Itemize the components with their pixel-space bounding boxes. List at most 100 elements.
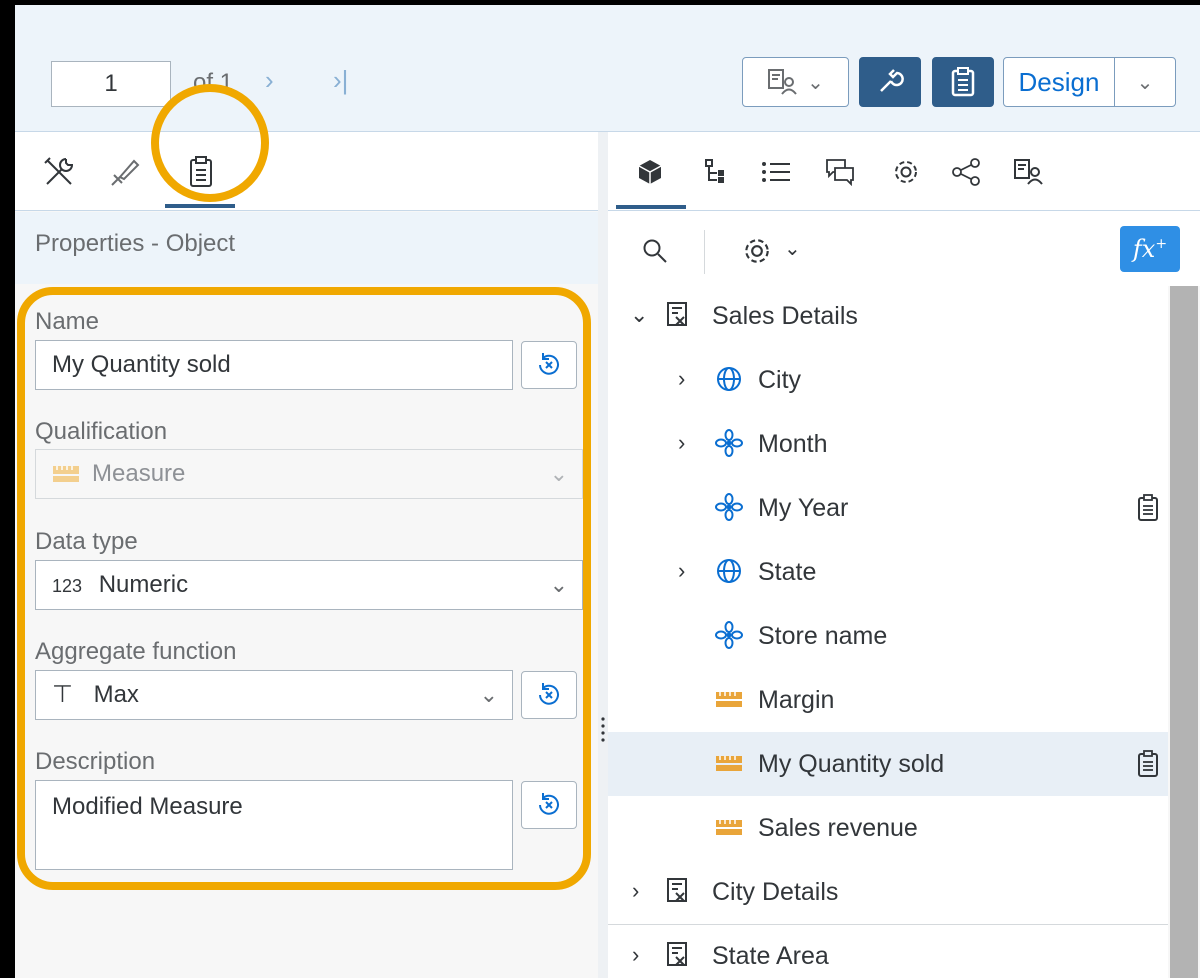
app-frame: 1 of 1 › ›| ⌄ Design ⌄ Properties - Obje…	[15, 5, 1200, 978]
measure-icon	[716, 756, 742, 771]
tab-list[interactable]	[756, 152, 796, 192]
tree-item-city-details[interactable]: › City Details	[608, 862, 1168, 922]
next-page-icon[interactable]: ›	[265, 65, 274, 96]
dimension-icon	[715, 621, 743, 649]
splitter-handle-icon[interactable]	[601, 715, 605, 745]
globe-icon	[717, 367, 741, 391]
right-panel-tabs	[608, 132, 1200, 211]
numeric-icon: 123	[52, 576, 83, 596]
tree-item-label: Store name	[758, 622, 888, 650]
aggregate-value: Max	[93, 681, 139, 708]
chevron-right-icon[interactable]: ›	[632, 942, 639, 968]
properties-panel: Properties - Object Name My Quantity sol…	[15, 132, 598, 978]
name-field[interactable]: My Quantity sold	[35, 340, 513, 390]
measure-icon	[716, 692, 742, 707]
chevron-down-icon: ⌄	[807, 71, 824, 94]
tree-item-state-area[interactable]: › State Area	[608, 926, 1168, 978]
chevron-down-icon[interactable]: ⌄	[784, 236, 801, 261]
dimension-icon	[715, 493, 743, 521]
tab-settings[interactable]	[886, 152, 926, 192]
mode-dropdown-button[interactable]: ⌄	[1114, 57, 1176, 107]
panel-splitter[interactable]	[598, 132, 608, 978]
tab-user-report[interactable]	[1008, 152, 1048, 192]
user-view-dropdown-button[interactable]: ⌄	[742, 57, 849, 107]
tree-item-city[interactable]: › City	[608, 350, 1168, 410]
tab-hierarchy[interactable]	[696, 152, 736, 192]
folder-icon	[667, 942, 687, 966]
chevron-right-icon[interactable]: ›	[678, 430, 685, 456]
aggregate-label: Aggregate function	[35, 638, 237, 665]
reset-icon	[539, 793, 559, 815]
design-label: Design	[1018, 66, 1100, 97]
design-button[interactable]: Design	[1003, 57, 1115, 107]
clipboard-icon	[1138, 750, 1158, 777]
clipboard-icon	[190, 156, 212, 187]
tree-item-my-quantity-sold[interactable]: My Quantity sold	[608, 732, 1168, 796]
tree-item-label: Margin	[758, 686, 835, 714]
hierarchy-icon	[705, 159, 724, 183]
toolbar-divider	[704, 230, 705, 274]
tree-item-sales-revenue[interactable]: Sales revenue	[608, 798, 1168, 858]
tree-item-state[interactable]: › State	[608, 542, 1168, 602]
name-reset-button[interactable]	[521, 341, 577, 389]
qualification-select[interactable]: Measure ⌄	[35, 449, 583, 499]
tree-item-my-year[interactable]: My Year	[608, 478, 1168, 538]
tree-item-margin[interactable]: Margin	[608, 670, 1168, 730]
tab-share[interactable]	[946, 152, 986, 192]
description-reset-button[interactable]	[521, 781, 577, 829]
left-panel-tabs	[15, 132, 598, 211]
name-label: Name	[35, 308, 100, 335]
chevron-right-icon[interactable]: ›	[678, 558, 685, 584]
chevron-down-icon: ⌄	[1136, 71, 1154, 94]
tree-item-label: State Area	[712, 942, 829, 970]
tab-properties[interactable]	[179, 150, 223, 194]
tree-item-month[interactable]: › Month	[608, 414, 1168, 474]
share-icon	[952, 158, 980, 186]
search-icon[interactable]	[642, 238, 668, 264]
wrench-icon	[880, 69, 904, 92]
tree-item-label: My Year	[758, 494, 849, 522]
comments-icon	[826, 159, 854, 186]
tools-button[interactable]	[859, 57, 921, 107]
tools-icon	[44, 157, 74, 185]
clipboard-icon	[951, 67, 975, 97]
data-type-label: Data type	[35, 528, 138, 555]
tab-comments[interactable]	[820, 152, 860, 192]
measure-icon	[53, 466, 79, 482]
tab-objects[interactable]	[630, 152, 670, 192]
tree-item-label: City	[758, 366, 802, 394]
paintbrush-icon	[111, 159, 140, 186]
chevron-right-icon[interactable]: ›	[632, 878, 639, 904]
user-report-icon	[768, 69, 797, 95]
data-type-select[interactable]: 123 Numeric ⌄	[35, 560, 583, 610]
folder-icon	[667, 878, 687, 902]
tree-item-label: Month	[758, 430, 828, 458]
chevron-down-icon[interactable]: ⌄	[630, 302, 648, 328]
last-page-icon[interactable]: ›|	[333, 65, 348, 96]
aggregate-select[interactable]: ⊤ Max ⌄	[35, 670, 513, 720]
formula-button[interactable]: fx+	[1120, 226, 1180, 272]
cube-icon	[638, 160, 662, 184]
chevron-right-icon[interactable]: ›	[678, 366, 685, 392]
page-number-input[interactable]: 1	[51, 61, 171, 107]
tree-item-label: Sales revenue	[758, 814, 918, 842]
chevron-down-icon: ⌄	[549, 461, 568, 486]
panel-title: Properties - Object	[35, 230, 236, 257]
max-icon: ⊤	[52, 681, 73, 708]
properties-button[interactable]	[932, 57, 994, 107]
active-tab-indicator	[165, 204, 235, 208]
clipboard-icon	[1138, 494, 1158, 521]
tab-tools[interactable]	[37, 150, 81, 194]
tree-item-sales-details[interactable]: ⌄ Sales Details	[608, 286, 1168, 346]
gear-icon[interactable]	[742, 236, 772, 266]
tree-scrollbar-thumb[interactable]	[1170, 286, 1198, 978]
aggregate-reset-button[interactable]	[521, 671, 577, 719]
chevron-down-icon: ⌄	[479, 682, 498, 707]
data-panel: ⌄ fx+ ⌄ Sales Details › City › Month My …	[608, 132, 1200, 978]
tree-item-store-name[interactable]: Store name	[608, 606, 1168, 666]
reset-icon	[539, 683, 559, 705]
description-field[interactable]: Modified Measure	[35, 780, 513, 870]
reset-icon	[539, 353, 559, 375]
dimension-icon	[715, 429, 743, 457]
tab-format[interactable]	[103, 150, 147, 194]
